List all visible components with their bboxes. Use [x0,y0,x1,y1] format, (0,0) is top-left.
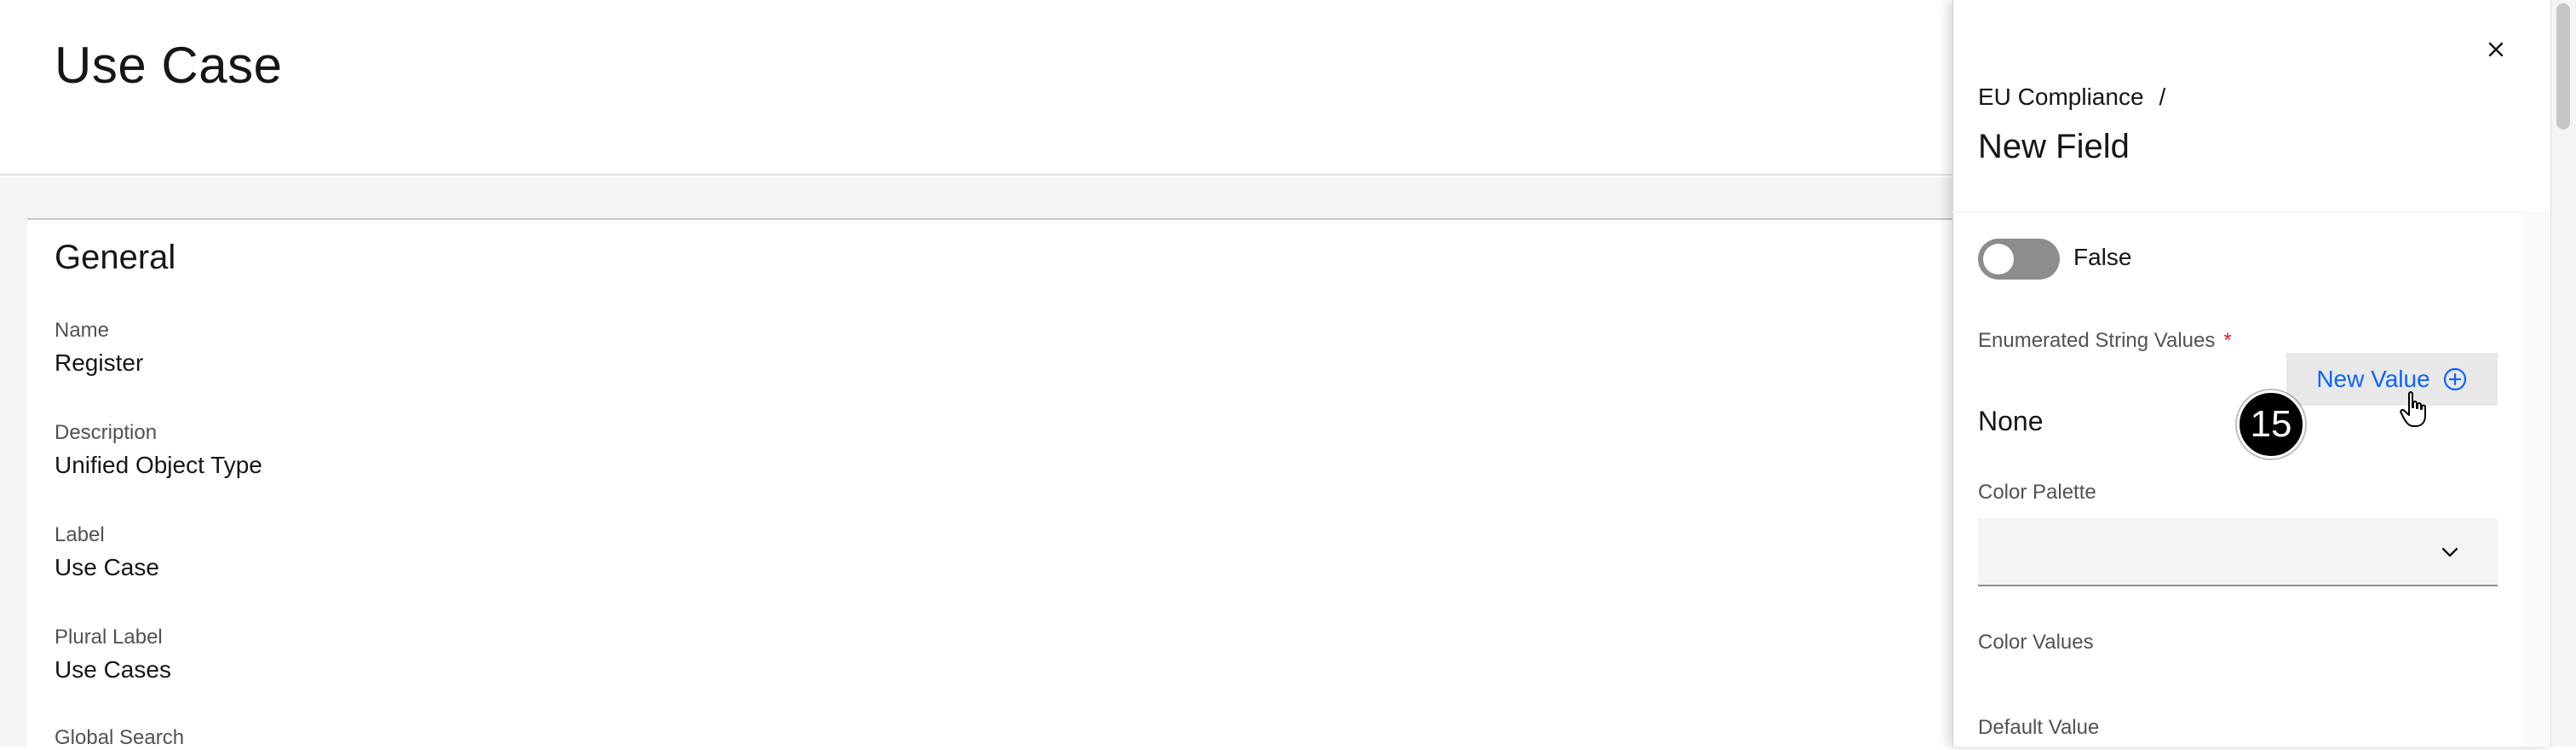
hand-cursor-icon [2400,391,2426,427]
boolean-toggle[interactable] [1978,239,2060,280]
label-value: Use Case [55,554,159,580]
step-number-badge: 15 [2237,390,2305,459]
panel-scrollbar[interactable] [2523,211,2550,747]
page-header: Use Case [0,0,1952,176]
plural-label-value: Use Cases [55,656,171,683]
add-circle-icon [2443,367,2466,391]
panel-divider [1952,211,2523,213]
page-title: Use Case [55,37,283,94]
general-card: General Name Register Description Unifie… [27,218,1952,749]
plural-label-label: Plural Label [55,626,163,649]
enumerated-values-label-text: Enumerated String Values [1978,329,2216,352]
close-button[interactable] [2479,32,2513,66]
enumerated-values-empty: None [1978,406,2044,436]
label-label: Label [55,523,105,546]
required-indicator: * [2223,329,2232,352]
new-value-button[interactable]: New Value [2286,353,2498,406]
color-palette-label: Color Palette [1978,481,2096,504]
breadcrumb-separator: / [2159,84,2166,110]
name-label: Name [55,319,110,342]
chevron-down-icon [2441,547,2458,557]
section-title: General [55,239,176,276]
description-label: Description [55,421,158,444]
new-value-label: New Value [2316,366,2430,392]
color-palette-select[interactable] [1978,518,2498,586]
panel-title: New Field [1978,128,2130,165]
toggle-state-text: False [2073,244,2132,270]
breadcrumb: EU Compliance / [1978,84,2165,111]
main-page: Use Case General Name Register Descripti… [0,0,1952,749]
page-scrollbar-thumb[interactable] [2556,3,2570,130]
description-value: Unified Object Type [55,452,262,478]
page-scrollbar[interactable] [2550,0,2576,747]
color-values-label: Color Values [1978,631,2094,654]
name-value: Register [55,349,144,376]
close-icon [2488,42,2504,57]
toggle-knob [1983,244,2014,274]
default-value-label: Default Value [1978,716,2100,739]
breadcrumb-parent[interactable]: EU Compliance [1978,84,2144,111]
enumerated-values-label: Enumerated String Values * [1978,329,2232,353]
